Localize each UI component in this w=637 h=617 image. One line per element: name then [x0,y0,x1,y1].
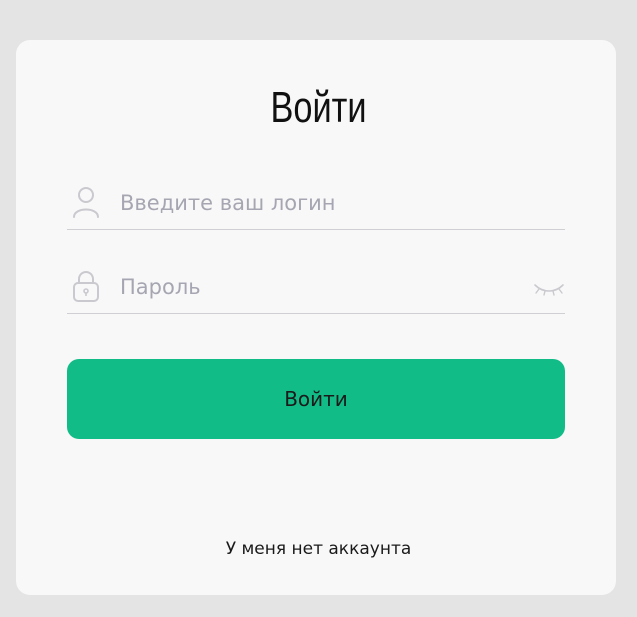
password-field [67,269,565,314]
login-submit-button[interactable]: Войти [67,359,565,439]
login-input[interactable] [120,185,530,221]
user-icon [71,185,101,219]
password-input[interactable] [120,269,530,305]
page-title: Войти [270,83,367,132]
login-field [67,185,565,230]
lock-icon [71,269,101,303]
eye-closed-icon[interactable] [533,281,565,297]
no-account-link[interactable]: У меня нет аккаунта [0,539,637,559]
